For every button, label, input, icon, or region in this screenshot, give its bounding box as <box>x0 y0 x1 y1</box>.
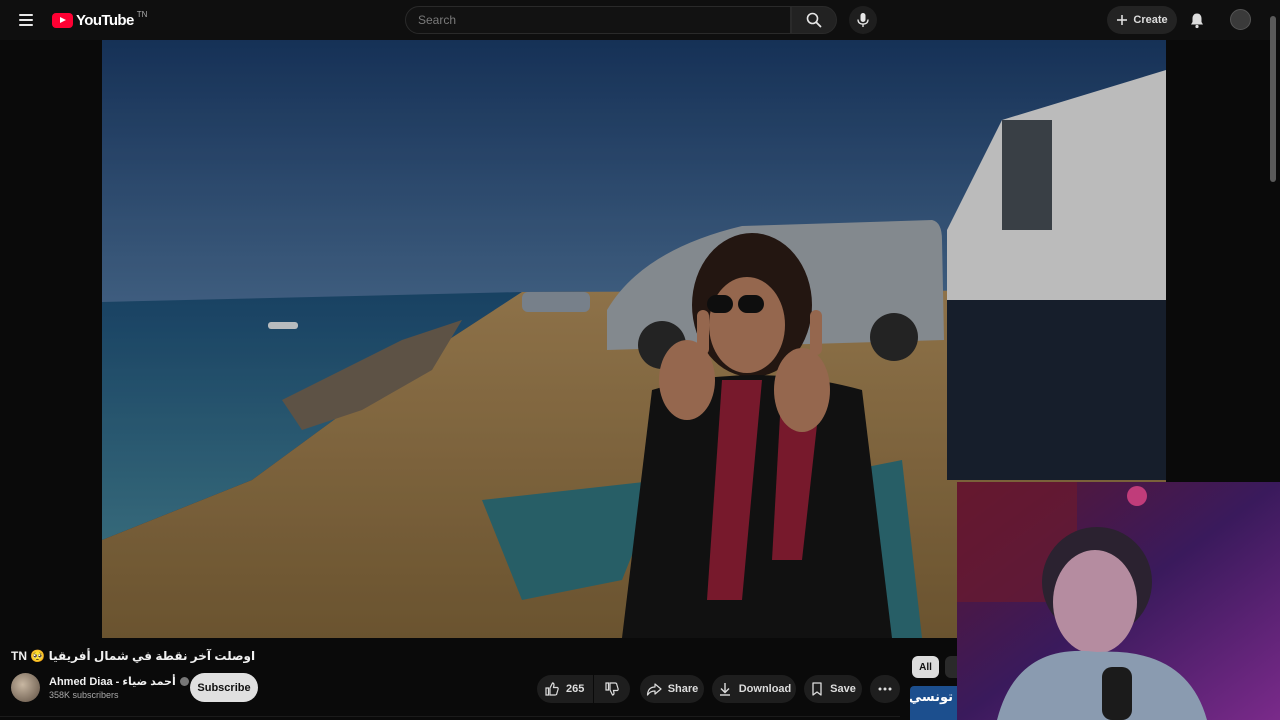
dislike-button[interactable] <box>594 675 630 703</box>
youtube-play-icon <box>52 12 73 28</box>
channel-avatar[interactable] <box>11 673 40 702</box>
notifications-button[interactable] <box>1184 7 1210 33</box>
webcam-overlay <box>957 482 1280 720</box>
create-button[interactable]: Create <box>1107 6 1177 34</box>
share-button[interactable]: Share <box>640 675 704 703</box>
logo-text: YouTube <box>76 11 134 29</box>
chip-next[interactable] <box>945 656 957 678</box>
mic-icon <box>857 13 869 27</box>
subscriber-count: 358K subscribers <box>49 690 119 700</box>
chip-all[interactable]: All <box>912 656 939 678</box>
search-button[interactable] <box>791 6 837 34</box>
like-count: 265 <box>566 683 585 695</box>
logo-region: TN <box>136 9 148 19</box>
save-button[interactable]: Save <box>804 675 862 703</box>
download-button[interactable]: Download <box>712 675 796 703</box>
verified-icon <box>179 677 189 686</box>
recommended-thumbnail[interactable]: تونسي <box>910 686 957 720</box>
thumbs-up-icon <box>545 682 559 696</box>
channel-name[interactable]: Ahmed Diaa - أحمد ضياء <box>49 675 189 688</box>
thumbs-down-icon <box>605 682 619 696</box>
channel-name-text: Ahmed Diaa - أحمد ضياء <box>49 676 176 688</box>
youtube-logo[interactable]: YouTube TN <box>52 10 147 30</box>
bookmark-icon <box>812 682 822 696</box>
divider <box>0 716 900 717</box>
search-icon <box>806 12 822 28</box>
more-horizontal-icon <box>878 687 892 691</box>
share-label: Share <box>667 683 699 695</box>
account-avatar[interactable] <box>1230 9 1251 30</box>
like-button[interactable]: 265 <box>537 675 593 703</box>
voice-search-button[interactable] <box>849 6 877 34</box>
more-actions-button[interactable] <box>870 675 900 703</box>
download-icon <box>719 683 730 696</box>
page-scrollbar[interactable] <box>1270 16 1276 182</box>
video-title: TN 🥺 اوصلت آخر نقطة في شمال أفريقيا <box>11 649 256 663</box>
create-label: Create <box>1133 14 1168 26</box>
download-label: Download <box>738 683 792 695</box>
thumbnail-text: تونسي <box>910 689 953 704</box>
menu-icon[interactable] <box>14 8 38 32</box>
subscribe-button[interactable]: Subscribe <box>190 673 258 702</box>
plus-icon <box>1117 15 1128 25</box>
search-input[interactable]: Search <box>405 6 791 34</box>
save-label: Save <box>830 683 856 695</box>
share-icon <box>646 683 662 696</box>
webcam-frame <box>957 482 1280 720</box>
bell-icon <box>1191 13 1203 28</box>
top-bar: YouTube TN Search Create <box>0 0 1280 40</box>
